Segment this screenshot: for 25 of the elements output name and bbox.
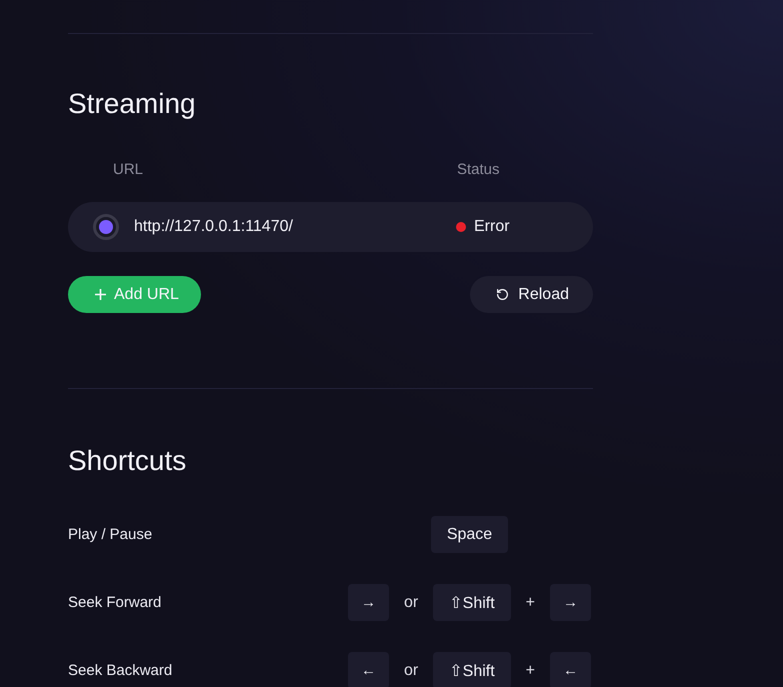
key-separator: or	[404, 662, 418, 680]
key-cap: Space	[430, 516, 508, 553]
status-text: Error	[474, 218, 510, 236]
column-header: Status	[457, 160, 501, 180]
radio-button[interactable]	[93, 214, 119, 240]
key-cap: →	[348, 584, 389, 621]
key-separator: +	[526, 662, 535, 680]
column-header: URL	[113, 160, 144, 180]
key-cap: ⇧Shift	[433, 584, 511, 621]
key-cap: ←	[550, 652, 591, 687]
reload-button[interactable]: Reload	[470, 276, 593, 313]
key-cap: ←	[348, 652, 389, 687]
key-separator: +	[526, 594, 535, 612]
shortcut-label: Seek Forward	[68, 594, 162, 611]
url-text: http://127.0.0.1:11470/	[134, 218, 293, 236]
key-cap: →	[550, 584, 591, 621]
url-row[interactable]: http://127.0.0.1:11470/ Error	[68, 202, 593, 252]
key-separator: or	[404, 594, 418, 612]
shortcut-label: Seek Backward	[68, 662, 174, 679]
shortcut-label: Play / Pause	[68, 526, 154, 543]
section-heading: Streaming	[68, 87, 197, 121]
section-heading: Shortcuts	[68, 444, 188, 478]
plus-icon	[95, 289, 106, 300]
key-cap: ⇧Shift	[433, 652, 511, 687]
reload-icon	[496, 288, 510, 301]
